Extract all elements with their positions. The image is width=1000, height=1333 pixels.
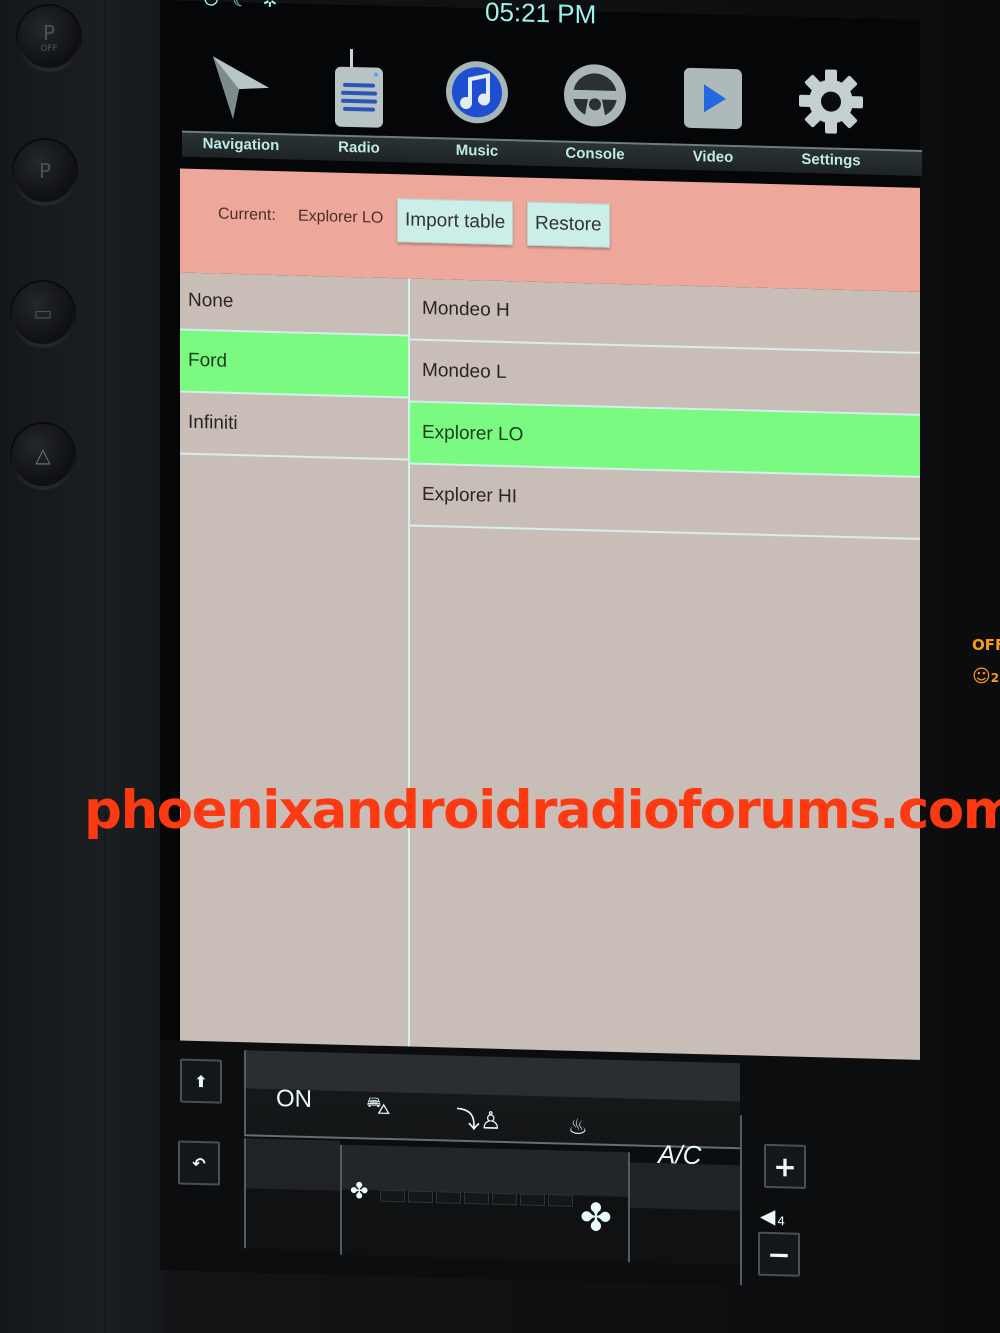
- home-up-button[interactable]: ⬆: [180, 1058, 222, 1104]
- fan-segment[interactable]: [548, 1194, 573, 1207]
- fan-segment[interactable]: [436, 1191, 461, 1204]
- current-value: Explorer LO: [298, 207, 384, 227]
- dashboard-indicators: OFF ☺2: [972, 636, 1000, 687]
- fan-low-icon[interactable]: ✤: [350, 1179, 368, 1204]
- moon-icon[interactable]: ☾: [232, 0, 262, 12]
- home-up-icon: ⬆: [194, 1071, 208, 1091]
- airflow-mode-icon[interactable]: ⤵♙: [456, 1100, 502, 1136]
- speaker-icon: ◀: [760, 1203, 776, 1229]
- brand-item-infiniti[interactable]: Infiniti: [180, 392, 408, 461]
- camera-icon: ▭: [33, 301, 53, 325]
- climate-controls: ON ⛍ ⤵♙ ♨ A/C: [244, 1050, 740, 1170]
- video-play-icon: [678, 63, 748, 135]
- right-temp-panel[interactable]: [630, 1162, 740, 1266]
- vehicle-selection-area: None Ford Infiniti Mondeo H Mondeo L Exp…: [180, 272, 920, 1092]
- rear-defrost-icon[interactable]: ♨: [568, 1115, 588, 1141]
- climate-bar: ⬆ ↶ ON ⛍ ⤵♙ ♨ A/C ✤ ✤ + ◀ 4 −: [160, 1040, 920, 1290]
- app-settings[interactable]: [772, 54, 890, 149]
- volume-up-button[interactable]: +: [764, 1143, 806, 1189]
- app-navigation[interactable]: [182, 39, 300, 134]
- model-item-explorer-hi[interactable]: Explorer HI: [410, 464, 920, 540]
- park-assist-off-icon: P: [42, 20, 56, 45]
- fan-speed-panel[interactable]: ✤ ✤: [340, 1144, 630, 1263]
- dock-label-video[interactable]: Video: [654, 145, 772, 172]
- fan-segment[interactable]: [520, 1193, 545, 1207]
- back-icon: ↶: [192, 1153, 206, 1173]
- brightness-icon[interactable]: ✲: [262, 0, 291, 12]
- dock-label-console[interactable]: Console: [536, 142, 654, 169]
- navigation-arrow-icon: [206, 50, 276, 122]
- park-assist-icon: P: [38, 159, 52, 183]
- fan-segment[interactable]: [464, 1191, 489, 1205]
- dock-label-radio[interactable]: Radio: [300, 136, 418, 163]
- dock-label-navigation[interactable]: Navigation: [182, 133, 300, 160]
- status-bar: ⏻☾✲ 05:21 PM: [180, 0, 920, 38]
- fan-speed-bar[interactable]: [380, 1189, 573, 1207]
- clock: 05:21 PM: [485, 0, 597, 30]
- hazard-button[interactable]: △: [12, 424, 74, 486]
- back-button[interactable]: ↶: [178, 1140, 220, 1186]
- model-list: Mondeo H Mondeo L Explorer LO Explorer H…: [410, 278, 920, 1092]
- fan-high-icon[interactable]: ✤: [580, 1195, 612, 1240]
- volume-down-button[interactable]: −: [758, 1231, 800, 1277]
- app-music[interactable]: [418, 45, 536, 140]
- fan-segment[interactable]: [492, 1192, 517, 1206]
- config-header: Current: Explorer LO Import table Restor…: [180, 168, 920, 292]
- park-assist-off-button[interactable]: P OFF: [18, 6, 80, 68]
- gear-icon: [796, 66, 866, 138]
- park-assist-button[interactable]: P: [14, 140, 76, 202]
- app-video[interactable]: [654, 51, 772, 146]
- airbag-passenger-icon: ☺2: [972, 666, 1000, 687]
- hw-btn-sublabel: OFF: [40, 43, 58, 54]
- minus-icon: −: [767, 1237, 791, 1272]
- plus-icon: +: [773, 1149, 797, 1184]
- dock-label-settings[interactable]: Settings: [772, 148, 890, 175]
- power-icon[interactable]: ⏻: [204, 0, 232, 11]
- indicator-sub: 2: [990, 671, 1000, 685]
- status-icons: ⏻☾✲: [204, 0, 291, 12]
- fan-segment[interactable]: [380, 1189, 405, 1203]
- current-label: Current:: [218, 205, 276, 225]
- hazard-icon: △: [35, 443, 51, 467]
- recirculation-icon[interactable]: ⛍: [366, 1091, 391, 1123]
- head-unit-screen: ⏻☾✲ 05:21 PM Navigation Radio Music Cons…: [160, 0, 922, 1290]
- dock-label-music[interactable]: Music: [418, 139, 536, 166]
- fan-segment[interactable]: [408, 1190, 433, 1204]
- camera-button[interactable]: ▭: [12, 282, 74, 344]
- music-note-icon: [442, 56, 512, 128]
- restore-button[interactable]: Restore: [527, 201, 610, 248]
- bezel-strip: [105, 0, 165, 1333]
- import-table-button[interactable]: Import table: [397, 198, 514, 246]
- climate-on-button[interactable]: ON: [276, 1085, 312, 1114]
- radio-icon: [324, 48, 394, 128]
- left-temp-panel[interactable]: [244, 1138, 340, 1251]
- volume-readout: ◀ 4: [760, 1204, 785, 1229]
- brand-item-none[interactable]: None: [180, 272, 408, 337]
- volume-level: 4: [777, 1214, 786, 1229]
- volume-column: + ◀ 4 −: [740, 1115, 820, 1288]
- brand-list: None Ford Infiniti: [180, 272, 410, 1079]
- watermark: phoenixandroidradioforums.com: [84, 780, 1000, 841]
- app-console[interactable]: [536, 48, 654, 143]
- app-radio[interactable]: [300, 42, 418, 137]
- steering-wheel-icon: [560, 59, 630, 131]
- brand-item-ford[interactable]: Ford: [180, 330, 408, 399]
- indicator-off-text: OFF: [972, 636, 1000, 654]
